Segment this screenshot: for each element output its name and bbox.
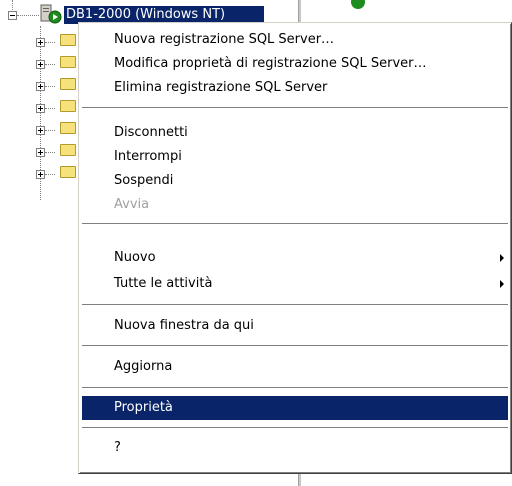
submenu-arrow-icon xyxy=(500,254,504,262)
expand-icon[interactable] xyxy=(36,170,45,179)
folder-icon[interactable] xyxy=(60,56,76,68)
menu-separator xyxy=(82,223,508,225)
menu-separator xyxy=(82,387,508,389)
expand-icon[interactable] xyxy=(36,104,45,113)
tree-line xyxy=(45,108,55,109)
menu-separator xyxy=(82,427,508,429)
tree-line xyxy=(45,130,55,131)
menu-item-disconnect[interactable]: Disconnetti xyxy=(82,121,508,145)
menu-item-new-registration[interactable]: Nuova registrazione SQL Server… xyxy=(82,28,508,52)
menu-item-pause[interactable]: Sospendi xyxy=(82,169,508,193)
menu-item-all-tasks[interactable]: Tutte le attività xyxy=(82,272,508,296)
tree-line xyxy=(45,64,55,65)
menu-item-start: Avvia xyxy=(114,197,150,212)
folder-icon[interactable] xyxy=(60,166,76,178)
folder-icon[interactable] xyxy=(60,34,76,46)
expand-icon[interactable] xyxy=(36,38,45,47)
folder-icon[interactable] xyxy=(60,100,76,112)
tree-line xyxy=(45,174,55,175)
expand-icon[interactable] xyxy=(36,82,45,91)
menu-item-new-label: Nuovo xyxy=(114,250,156,265)
submenu-arrow-icon xyxy=(500,280,504,288)
expand-icon[interactable] xyxy=(36,60,45,69)
server-status-icon xyxy=(351,0,365,9)
menu-separator xyxy=(82,304,508,306)
menu-item-help[interactable]: ? xyxy=(82,436,508,460)
menu-separator xyxy=(82,345,508,347)
menu-item-all-tasks-label: Tutte le attività xyxy=(114,276,213,291)
folder-icon[interactable] xyxy=(60,144,76,156)
menu-item-edit-registration[interactable]: Modifica proprietà di registrazione SQL … xyxy=(82,52,508,76)
tree-line xyxy=(45,86,55,87)
context-menu: Nuova registrazione SQL Server… Modifica… xyxy=(78,22,512,474)
menu-item-delete-registration[interactable]: Elimina registrazione SQL Server xyxy=(82,76,508,100)
menu-item-refresh[interactable]: Aggiorna xyxy=(82,355,508,379)
menu-item-stop[interactable]: Interrompi xyxy=(82,145,508,169)
collapse-icon[interactable] xyxy=(8,11,17,20)
expand-icon[interactable] xyxy=(36,126,45,135)
menu-item-properties[interactable]: Proprietà xyxy=(82,396,508,420)
folder-icon[interactable] xyxy=(60,78,76,90)
tree-line xyxy=(45,152,55,153)
expand-icon[interactable] xyxy=(36,148,45,157)
folder-icon[interactable] xyxy=(60,122,76,134)
menu-item-new-window[interactable]: Nuova finestra da qui xyxy=(82,314,508,338)
menu-separator xyxy=(82,107,508,109)
tree-line xyxy=(17,15,39,16)
tree-line xyxy=(45,42,55,43)
menu-item-new[interactable]: Nuovo xyxy=(82,246,508,270)
sql-server-running-icon xyxy=(40,4,62,24)
